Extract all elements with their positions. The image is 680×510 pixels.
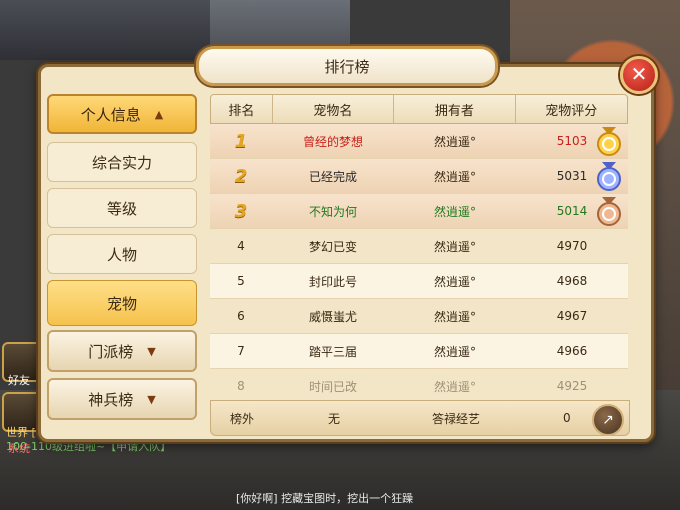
panel-title: 排行榜: [196, 46, 498, 86]
table-row[interactable]: 1 曾经的梦想 然逍遥° 5103: [210, 124, 628, 159]
tab-label: 神兵榜: [88, 390, 134, 409]
owner-cell: 然逍遥°: [433, 274, 476, 289]
table-body: 1 曾经的梦想 然逍遥° 5103 2 已经完成 然逍遥° 5031 3 不知为何 然逍遥° 5014…: [210, 124, 628, 404]
owner-cell: 然逍遥°: [433, 344, 476, 359]
tab-weapon-ranking[interactable]: 神兵榜 ▼: [47, 378, 197, 420]
close-icon: ✕: [630, 62, 648, 86]
owner-cell: 然逍遥°: [433, 134, 476, 149]
table-row[interactable]: 6 威慑蚩尤 然逍遥° 4967: [210, 299, 628, 334]
rank-cell: 5: [237, 274, 245, 288]
pet-name-cell: 封印此号: [308, 274, 357, 289]
column-header-pet: 宠物名: [273, 95, 395, 123]
friend-label: 好友: [8, 374, 30, 387]
category-sidebar: 个人信息 ▲ 综合实力 等级 人物 宠物 门派榜 ▼ 神兵榜 ▼: [47, 94, 197, 434]
owner-cell: 然逍遥°: [433, 379, 476, 394]
tab-personal-info[interactable]: 个人信息 ▲: [47, 94, 197, 134]
table-row[interactable]: 2 已经完成 然逍遥° 5031: [210, 159, 628, 194]
score-cell: 4966: [556, 344, 588, 358]
gold-medal-icon: [597, 127, 621, 156]
tab-label: 人物: [106, 245, 137, 264]
rank-cell: 2: [234, 165, 248, 187]
pet-name-cell: 威慑蚩尤: [308, 309, 357, 324]
chat-line-system[interactable]: [你好啊] 挖藏宝图时，挖出一个狂躁: [236, 490, 413, 506]
close-button[interactable]: ✕: [620, 56, 658, 94]
tab-label: 门派榜: [88, 342, 134, 361]
table-header: 排名 宠物名 拥有者 宠物评分: [210, 94, 628, 124]
share-button[interactable]: ↗: [592, 404, 624, 436]
tab-label: 等级: [106, 199, 137, 218]
owner-cell: 然逍遥°: [433, 204, 476, 219]
tab-label: 综合实力: [91, 153, 152, 172]
score-cell: 4968: [556, 274, 588, 288]
owner-cell: 然逍遥°: [433, 169, 476, 184]
table-row[interactable]: 7 踏平三届 然逍遥° 4966: [210, 334, 628, 369]
pet-name-cell: 时间已改: [308, 379, 357, 394]
tab-character[interactable]: 人物: [47, 234, 197, 274]
column-header-rank: 排名: [211, 95, 273, 123]
pet-name-cell: 梦幻已变: [308, 239, 357, 254]
owner-cell: 然逍遥°: [433, 239, 476, 254]
score-cell: 4925: [556, 379, 588, 393]
tab-level[interactable]: 等级: [47, 188, 197, 228]
bronze-medal-icon: [597, 197, 621, 226]
chevron-up-icon: ▲: [154, 107, 164, 121]
column-header-owner: 拥有者: [394, 95, 516, 123]
silver-medal-icon: [597, 162, 621, 191]
rank-cell: 7: [237, 344, 245, 358]
table-row[interactable]: 8 时间已改 然逍遥° 4925: [210, 369, 628, 404]
owner-cell: 然逍遥°: [433, 309, 476, 324]
column-header-score: 宠物评分: [545, 103, 598, 119]
rank-cell: 4: [237, 239, 245, 253]
own-rank: 榜外: [229, 411, 254, 426]
rank-cell: 8: [237, 379, 245, 393]
tab-sect-ranking[interactable]: 门派榜 ▼: [47, 330, 197, 372]
own-owner: 答禄经艺: [431, 411, 480, 426]
rank-cell: 3: [234, 200, 248, 222]
table-row[interactable]: 4 梦幻已变 然逍遥° 4970: [210, 229, 628, 264]
panel-title-text: 排行榜: [324, 57, 370, 76]
tab-pet[interactable]: 宠物: [47, 280, 197, 326]
ranking-table: 排名 宠物名 拥有者 宠物评分 1 曾经的梦想 然逍遥° 5103 2 已经完成 然逍遥° 5…: [210, 94, 628, 404]
rank-cell: 6: [237, 309, 245, 323]
score-cell: 4967: [556, 309, 588, 323]
tab-label: 个人信息: [80, 105, 141, 124]
table-row[interactable]: 5 封印此号 然逍遥° 4968: [210, 264, 628, 299]
pet-name-cell: 曾经的梦想: [302, 134, 363, 149]
chevron-down-icon: ▼: [147, 344, 156, 358]
pet-name-cell: 已经完成: [308, 169, 357, 184]
tab-overall-strength[interactable]: 综合实力: [47, 142, 197, 182]
chevron-down-icon: ▼: [147, 392, 156, 406]
chat-strip: 世界 [傲娇范、女王] 捉鬼任务（3/5） 100-110级进组啦~【申请入队】…: [0, 426, 680, 510]
own-pet: 无: [327, 411, 340, 426]
own-rank-row: 榜外 无 答禄经艺 0: [210, 400, 630, 436]
score-cell: 4970: [556, 239, 588, 253]
rank-cell: 1: [234, 130, 248, 152]
share-icon: ↗: [602, 412, 614, 428]
tab-label: 宠物: [106, 294, 137, 313]
table-row[interactable]: 3 不知为何 然逍遥° 5014: [210, 194, 628, 229]
pet-name-cell: 踏平三届: [308, 344, 357, 359]
pet-name-cell: 不知为何: [308, 204, 357, 219]
